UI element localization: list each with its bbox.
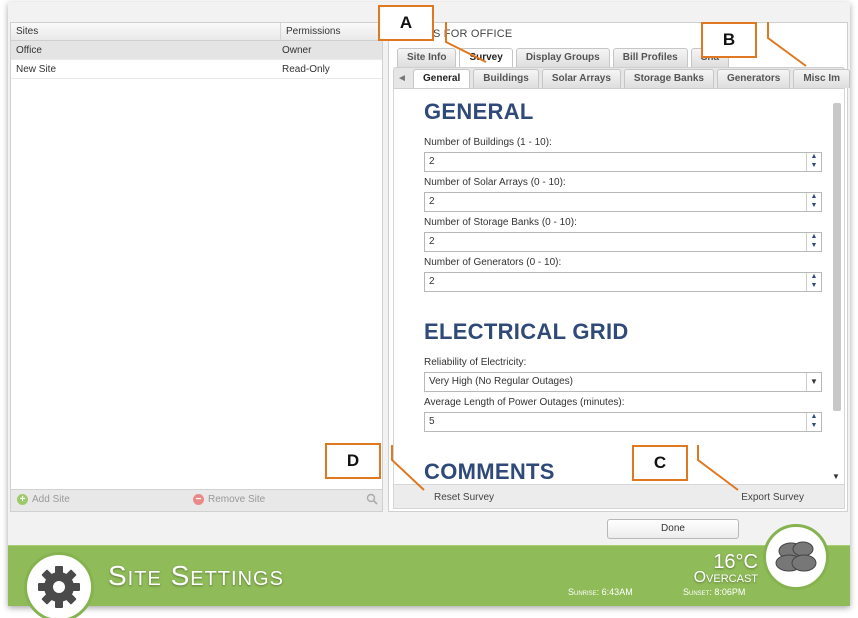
- tab-display-groups[interactable]: Display Groups: [515, 48, 610, 67]
- scroll-down-icon[interactable]: ▼: [832, 472, 840, 481]
- tabs-scroll-left-icon[interactable]: ◄: [395, 71, 409, 87]
- up-arrow-icon[interactable]: ▲: [807, 153, 821, 162]
- export-survey-button[interactable]: Export Survey: [741, 492, 804, 503]
- site-settings-window: Sites Permissions Office Owner New Site …: [8, 2, 850, 618]
- tab-storage-banks[interactable]: Storage Banks: [623, 69, 714, 88]
- electrical-grid-heading: ELECTRICAL GRID: [424, 319, 629, 344]
- page-title: Site Settings: [108, 560, 284, 591]
- general-heading: GENERAL: [424, 99, 534, 124]
- survey-footer: Reset Survey Export Survey: [393, 485, 845, 509]
- tab-generators[interactable]: Generators: [716, 69, 791, 88]
- reliability-value: Very High (No Regular Outages): [429, 376, 573, 387]
- generators-stepper[interactable]: 2 ▲ ▼: [424, 272, 822, 292]
- outage-length-stepper[interactable]: 5 ▲ ▼: [424, 412, 822, 432]
- down-arrow-icon[interactable]: ▼: [807, 202, 821, 211]
- tab-survey[interactable]: Survey: [459, 48, 513, 67]
- minus-icon: −: [193, 494, 204, 505]
- sites-toolbar: + Add Site − Remove Site: [11, 489, 382, 511]
- permissions-column-header[interactable]: Permissions: [281, 23, 340, 40]
- search-icon: [366, 493, 378, 505]
- chevron-down-icon[interactable]: ▼: [806, 373, 821, 391]
- comments-heading: COMMENTS: [424, 459, 555, 484]
- remove-site-label: Remove Site: [208, 494, 266, 505]
- storage-banks-value: 2: [429, 236, 435, 247]
- site-permission: Read-Only: [282, 64, 330, 75]
- reliability-select[interactable]: Very High (No Regular Outages) ▼: [424, 372, 822, 392]
- spinner[interactable]: ▲ ▼: [806, 273, 821, 291]
- callout-b: B: [701, 22, 757, 58]
- scrollbar-thumb[interactable]: [833, 103, 841, 411]
- done-button[interactable]: Done: [607, 519, 739, 539]
- tab-general[interactable]: General: [413, 69, 471, 88]
- buildings-value: 2: [429, 156, 435, 167]
- tab-bill-profiles[interactable]: Bill Profiles: [612, 48, 688, 67]
- solar-arrays-value: 2: [429, 196, 435, 207]
- site-name: Office: [16, 45, 42, 56]
- table-row[interactable]: New Site Read-Only: [11, 60, 382, 79]
- storage-banks-label: Number of Storage Banks (0 - 10):: [424, 217, 577, 228]
- up-arrow-icon[interactable]: ▲: [807, 413, 821, 422]
- sunrise-time: Sunrise: 6:43AM: [568, 587, 633, 597]
- sites-table-header: Sites Permissions: [11, 23, 382, 41]
- callout-a: A: [378, 5, 434, 41]
- vertical-scrollbar[interactable]: ▼: [832, 93, 842, 481]
- settings-panel: S FOR OFFICE Site Info Survey Display Gr…: [388, 22, 850, 512]
- survey-sub-tabs: General Buildings Solar Arrays Storage B…: [413, 69, 850, 88]
- site-permission: Owner: [282, 45, 312, 56]
- search-button[interactable]: [366, 493, 378, 505]
- spinner[interactable]: ▲ ▼: [806, 233, 821, 251]
- sites-column-header[interactable]: Sites: [11, 23, 281, 40]
- sites-panel: Sites Permissions Office Owner New Site …: [10, 22, 383, 512]
- outage-length-value: 5: [429, 416, 435, 427]
- cloud-icon: [775, 541, 817, 572]
- table-row[interactable]: Office Owner: [11, 41, 382, 60]
- callout-d: D: [325, 443, 381, 479]
- up-arrow-icon[interactable]: ▲: [807, 233, 821, 242]
- tab-misc[interactable]: Misc Im: [793, 69, 850, 88]
- down-arrow-icon[interactable]: ▼: [807, 162, 821, 171]
- reset-survey-button[interactable]: Reset Survey: [434, 492, 494, 503]
- down-arrow-icon[interactable]: ▼: [807, 282, 821, 291]
- settings-badge: [24, 552, 94, 618]
- storage-banks-stepper[interactable]: 2 ▲ ▼: [424, 232, 822, 252]
- up-arrow-icon[interactable]: ▲: [807, 193, 821, 202]
- weather-condition: Overcast: [693, 569, 758, 586]
- tab-site-info[interactable]: Site Info: [397, 48, 457, 67]
- weather-badge: [763, 524, 829, 590]
- buildings-label: Number of Buildings (1 - 10):: [424, 137, 552, 148]
- spinner[interactable]: ▲ ▼: [806, 153, 821, 171]
- callout-c: C: [632, 445, 688, 481]
- solar-arrays-stepper[interactable]: 2 ▲ ▼: [424, 192, 822, 212]
- remove-site-button[interactable]: − Remove Site: [193, 494, 265, 505]
- settings-title: S FOR OFFICE: [433, 28, 513, 40]
- sunset-time: Sunset: 8:06PM: [683, 587, 746, 597]
- generators-value: 2: [429, 276, 435, 287]
- up-arrow-icon[interactable]: ▲: [807, 273, 821, 282]
- down-arrow-icon[interactable]: ▼: [807, 242, 821, 251]
- site-name: New Site: [16, 64, 57, 75]
- gear-icon: [38, 566, 80, 608]
- buildings-stepper[interactable]: 2 ▲ ▼: [424, 152, 822, 172]
- spinner[interactable]: ▲ ▼: [806, 413, 821, 431]
- add-site-button[interactable]: + Add Site: [17, 494, 70, 505]
- reliability-label: Reliability of Electricity:: [424, 357, 527, 368]
- outage-length-label: Average Length of Power Outages (minutes…: [424, 397, 625, 408]
- tab-buildings[interactable]: Buildings: [473, 69, 539, 88]
- generators-label: Number of Generators (0 - 10):: [424, 257, 562, 268]
- add-site-label: Add Site: [32, 494, 70, 505]
- plus-icon: +: [17, 494, 28, 505]
- tab-solar-arrays[interactable]: Solar Arrays: [541, 69, 621, 88]
- survey-form: GENERAL Number of Buildings (1 - 10): 2 …: [393, 89, 845, 485]
- solar-arrays-label: Number of Solar Arrays (0 - 10):: [424, 177, 566, 188]
- main-tab-bar: Site Info Survey Display Groups Bill Pro…: [397, 48, 730, 67]
- spinner[interactable]: ▲ ▼: [806, 193, 821, 211]
- down-arrow-icon[interactable]: ▼: [807, 422, 821, 431]
